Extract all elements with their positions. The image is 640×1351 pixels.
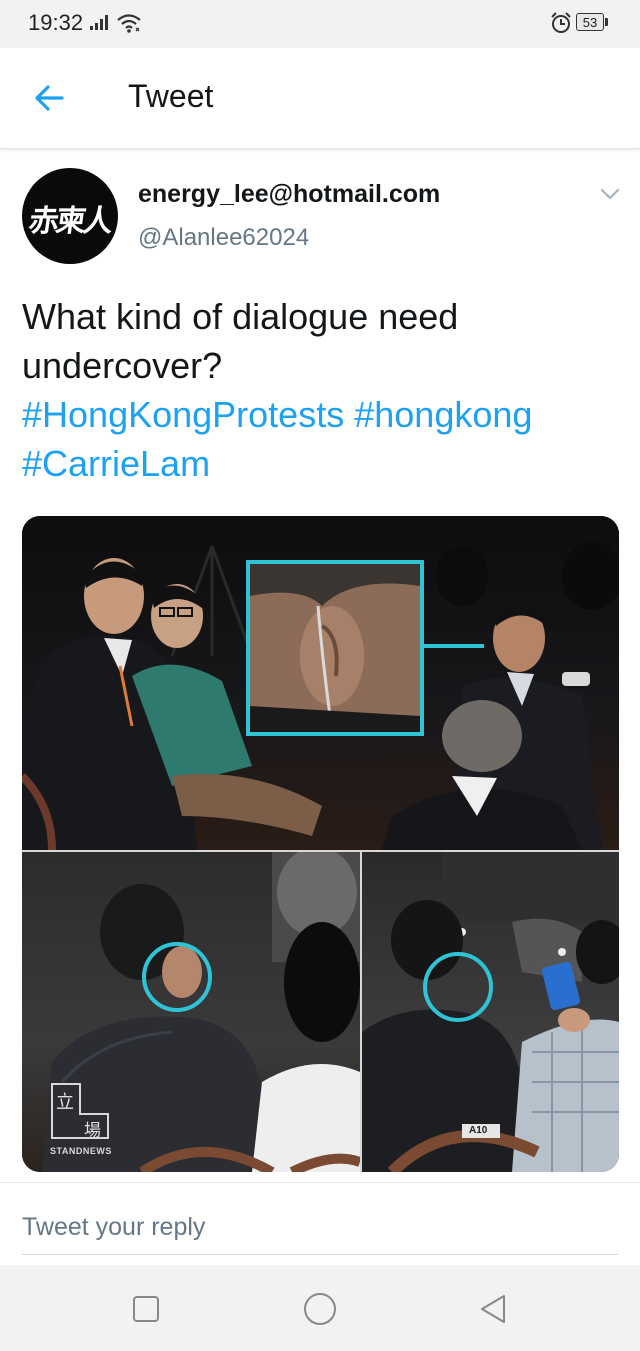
recents-square-icon — [133, 1296, 159, 1322]
battery-level: 53 — [576, 13, 604, 31]
home-circle-icon — [304, 1293, 336, 1325]
hashtag-link[interactable]: #CarrieLam — [22, 443, 210, 484]
home-button[interactable] — [302, 1291, 338, 1327]
alarm-icon — [550, 12, 572, 39]
hashtag-link[interactable]: #HongKongProtests — [22, 394, 344, 435]
chevron-down-icon — [600, 188, 620, 200]
status-bar: 19:32 53 — [0, 0, 640, 48]
reply-divider — [0, 1182, 640, 1183]
battery-icon: 53 — [576, 13, 610, 33]
tweet-menu-button[interactable] — [598, 186, 622, 202]
back-triangle-icon — [481, 1295, 505, 1323]
top-app-bar: Tweet — [0, 48, 640, 149]
page-title: Tweet — [128, 78, 214, 114]
media-photo-bottom-left: 立 場 STANDNEWS — [22, 852, 360, 1172]
avatar-text: 赤柬人 — [26, 204, 113, 239]
media-photo-top — [22, 516, 619, 850]
hashtag-link[interactable]: #hongkong — [354, 394, 532, 435]
wifi-icon — [116, 12, 142, 39]
seat-label: A10 — [469, 1125, 488, 1136]
watermark-glyph: 立 — [56, 1092, 74, 1113]
media-photo-bottom-right: A10 — [362, 852, 619, 1172]
display-name[interactable]: energy_lee@hotmail.com — [138, 180, 440, 209]
tweet-text-line: What kind of dialogue need — [22, 296, 459, 337]
tweet-text-line: undercover? — [22, 345, 223, 386]
status-time: 19:32 — [28, 10, 84, 35]
tweet-text: What kind of dialogue need undercover? #… — [22, 292, 622, 488]
system-nav-bar — [0, 1265, 640, 1351]
back-nav-button[interactable] — [476, 1291, 512, 1327]
tweet-media[interactable]: 立 場 STANDNEWS A10 — [22, 516, 619, 1172]
avatar[interactable]: 赤柬人 — [22, 168, 118, 264]
back-button[interactable] — [30, 80, 70, 116]
arrow-left-icon — [35, 85, 64, 111]
reply-input[interactable] — [22, 1200, 618, 1255]
watermark-label: STANDNEWS — [50, 1146, 112, 1156]
watermark-glyph: 場 — [84, 1121, 101, 1141]
user-handle[interactable]: @Alanlee62024 — [138, 224, 309, 252]
signal-icon — [90, 14, 112, 35]
recents-button[interactable] — [128, 1291, 164, 1327]
